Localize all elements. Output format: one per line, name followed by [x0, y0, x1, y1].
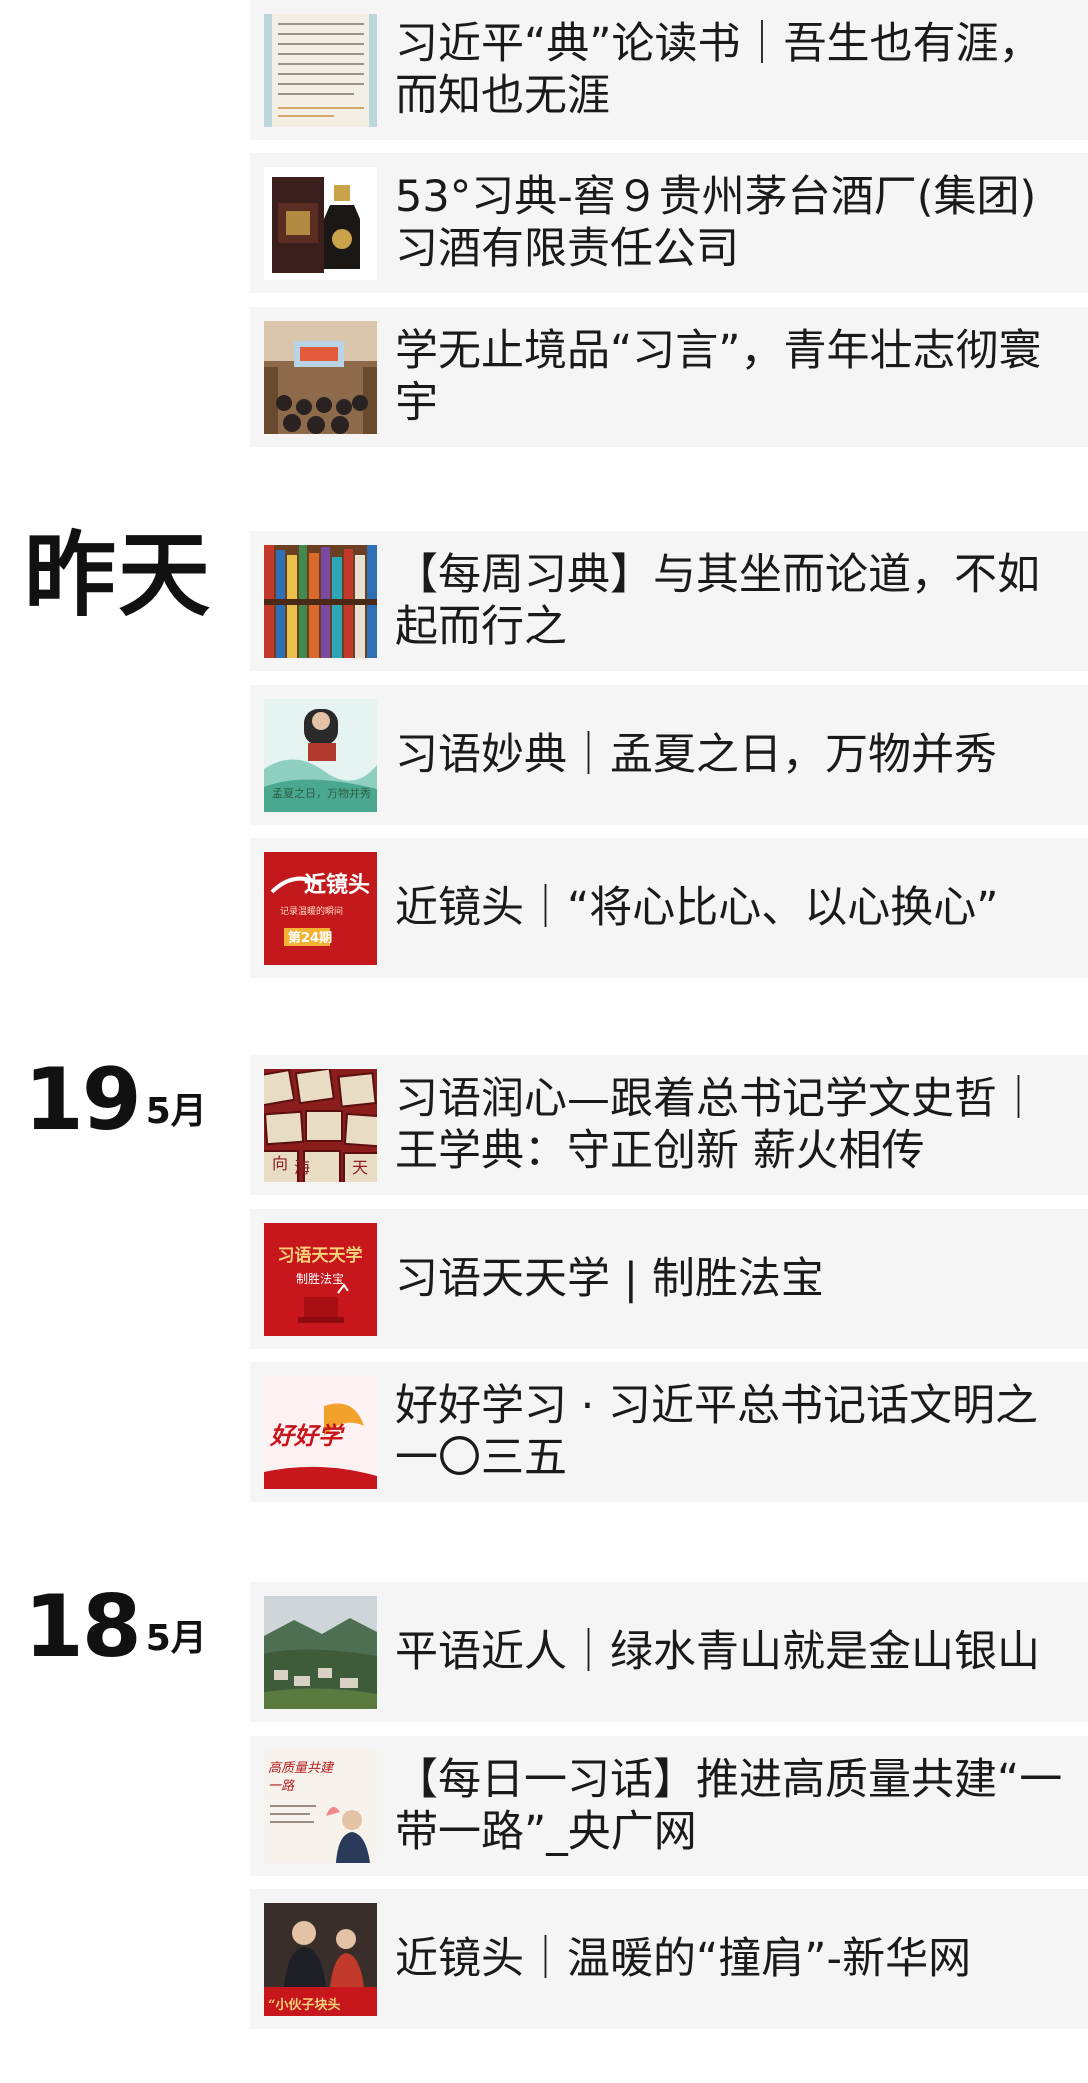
item-title: 近镜头｜“将心比心、以心换心”	[395, 883, 999, 933]
calligraphy-thumbnail: 高质量共建 一路	[264, 1750, 377, 1863]
lecture-hall-thumbnail	[264, 321, 377, 434]
photo-poster-thumbnail: “小伙子块头	[264, 1903, 377, 2016]
list-item[interactable]: 习语天天学 制胜法宝 习语天天学 | 制胜法宝	[250, 1209, 1088, 1349]
list-item[interactable]: 平语近人｜绿水青山就是金山银山	[250, 1582, 1088, 1722]
thumb-caption: “小伙子块头	[268, 1997, 340, 2013]
date-label: 昨天	[24, 530, 212, 622]
item-title: 近镜头｜温暖的“撞肩”-新华网	[395, 1934, 972, 1984]
item-title: 53°习典-窖９贵州茅台酒厂(集团)习酒有限责任公司	[395, 172, 1037, 274]
thumb-subtitle: 制胜法宝	[296, 1271, 344, 1286]
thumb-title: 近镜头	[304, 872, 370, 898]
date-main: 18	[24, 1577, 142, 1677]
item-title: 习语天天学 | 制胜法宝	[395, 1254, 824, 1304]
date-main: 19	[24, 1050, 142, 1150]
bookshelf-thumbnail	[264, 545, 377, 658]
speech-landscape-thumbnail: 孟夏之日，万物并秀	[264, 699, 377, 812]
date-label: 19 5月	[24, 1057, 207, 1143]
thumb-caption: 孟夏之日，万物并秀	[272, 786, 371, 800]
thumb-title: 好好学	[269, 1422, 345, 1450]
study-logo-thumbnail: 好好学	[264, 1376, 377, 1489]
item-title: 学无止境品“习言”，青年壮志彻寰宇	[395, 326, 1042, 428]
list-item[interactable]: 53°习典-窖９贵州茅台酒厂(集团)习酒有限责任公司	[250, 153, 1088, 293]
item-title: 【每周习典】与其坐而论道，不如起而行之	[395, 550, 1040, 652]
item-title: 好好学习 · 习近平总书记话文明之一〇三五	[395, 1381, 1039, 1483]
thumb-subtitle: 记录温暖的瞬间	[280, 905, 343, 917]
book-page-thumbnail	[264, 14, 377, 127]
list-item[interactable]: 学无止境品“习言”，青年壮志彻寰宇	[250, 307, 1088, 447]
svg-text:向: 向	[272, 1154, 288, 1173]
list-item[interactable]: 向海 天 习语润心—跟着总书记学文史哲｜王学典：守正创新 薪火相传	[250, 1055, 1088, 1195]
mountain-village-thumbnail	[264, 1596, 377, 1709]
list-item[interactable]: 【每周习典】与其坐而论道，不如起而行之	[250, 531, 1088, 671]
date-month: 5月	[145, 1618, 207, 1659]
list-item[interactable]: “小伙子块头 近镜头｜温暖的“撞肩”-新华网	[250, 1889, 1088, 2029]
list-item[interactable]: 习近平“典”论读书｜吾生也有涯，而知也无涯	[250, 0, 1088, 140]
item-title: 习近平“典”论读书｜吾生也有涯，而知也无涯	[395, 19, 1042, 121]
liquor-bottle-thumbnail	[264, 167, 377, 280]
list-item[interactable]: 孟夏之日，万物并秀 习语妙典｜孟夏之日，万物并秀	[250, 685, 1088, 825]
date-main: 昨天	[24, 522, 213, 629]
item-title: 习语妙典｜孟夏之日，万物并秀	[395, 730, 997, 780]
list-item[interactable]: 高质量共建 一路 【每日一习话】推进高质量共建“一带一路”_央广网	[250, 1736, 1088, 1876]
red-banner-thumbnail: 习语天天学 制胜法宝	[264, 1223, 377, 1336]
date-label: 18 5月	[24, 1584, 207, 1670]
item-title: 【每日一习话】推进高质量共建“一带一路”_央广网	[395, 1755, 1063, 1857]
calligraphy-blocks-thumbnail: 向海 天	[264, 1069, 377, 1182]
list-item[interactable]: 好好学 好好学习 · 习近平总书记话文明之一〇三五	[250, 1362, 1088, 1502]
svg-text:海: 海	[294, 1158, 310, 1177]
date-month: 5月	[145, 1091, 207, 1132]
item-title: 平语近人｜绿水青山就是金山银山	[395, 1627, 1040, 1677]
list-item[interactable]: 近镜头 记录温暖的瞬间 第24期 近镜头｜“将心比心、以心换心”	[250, 838, 1088, 978]
thumb-issue: 第24期	[288, 930, 332, 946]
svg-text:天: 天	[352, 1158, 368, 1177]
thumb-line: 高质量共建	[268, 1761, 335, 1776]
red-poster-thumbnail: 近镜头 记录温暖的瞬间 第24期	[264, 852, 377, 965]
item-title: 习语润心—跟着总书记学文史哲｜王学典：守正创新 薪火相传	[395, 1074, 1040, 1176]
thumb-line: 一路	[268, 1779, 295, 1794]
thumb-title: 习语天天学	[278, 1245, 363, 1266]
